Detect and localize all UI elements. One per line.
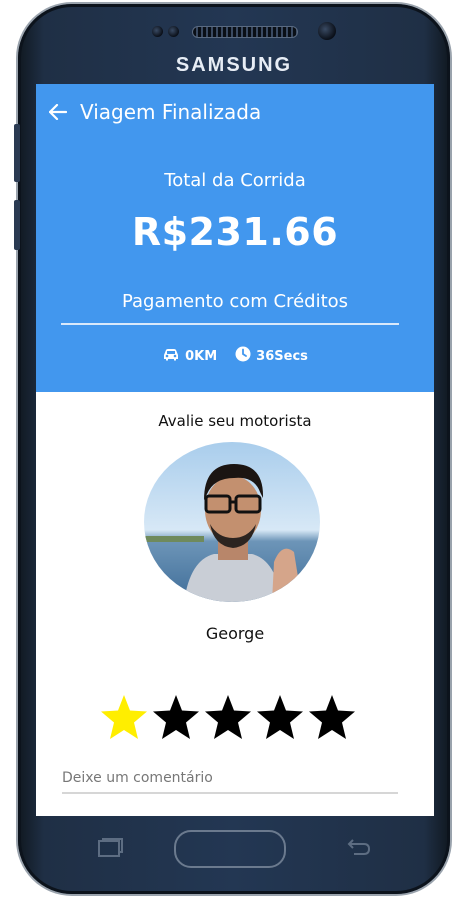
brand-logo: SAMSUNG <box>175 54 293 76</box>
distance-value: 0KM <box>185 348 218 364</box>
front-camera-icon <box>318 22 336 40</box>
star-empty-icon[interactable] <box>152 694 200 740</box>
distance-stat: 0KM <box>162 348 217 365</box>
duration-value: 36Secs <box>256 348 308 364</box>
app-screen: Viagem Finalizada Total da Corrida R$231… <box>36 84 434 816</box>
trip-summary-panel: Viagem Finalizada Total da Corrida R$231… <box>36 84 434 392</box>
star-empty-icon[interactable] <box>256 694 304 740</box>
page-title: Viagem Finalizada <box>80 100 262 124</box>
back-key-icon[interactable] <box>344 838 372 864</box>
total-label: Total da Corrida <box>164 170 306 191</box>
star-empty-icon[interactable] <box>204 694 252 740</box>
driver-avatar <box>144 442 320 602</box>
duration-stat: 36Secs <box>235 346 308 366</box>
app-bar: Viagem Finalizada <box>36 84 434 140</box>
star-empty-icon[interactable] <box>308 694 356 740</box>
volume-button <box>14 124 20 182</box>
driver-name: George <box>205 624 265 643</box>
comment-input[interactable] <box>62 764 398 794</box>
recent-apps-icon[interactable] <box>96 838 124 864</box>
clock-icon <box>235 346 251 366</box>
star-filled-icon[interactable] <box>100 694 148 740</box>
trip-stats: 0KM 36Secs <box>36 346 434 366</box>
front-sensor-icon <box>152 26 163 37</box>
divider <box>61 323 399 325</box>
payment-method: Pagamento com Créditos <box>121 291 349 312</box>
home-button[interactable] <box>174 830 286 868</box>
speaker-grille <box>192 26 298 38</box>
rating-prompt: Avalie seu motorista <box>158 412 312 430</box>
front-sensor-icon <box>168 26 179 37</box>
fare-amount: R$231.66 <box>131 210 339 254</box>
star-rating <box>100 694 356 740</box>
side-button <box>14 200 20 250</box>
arrow-left-icon[interactable] <box>48 102 68 122</box>
car-icon <box>162 348 180 365</box>
